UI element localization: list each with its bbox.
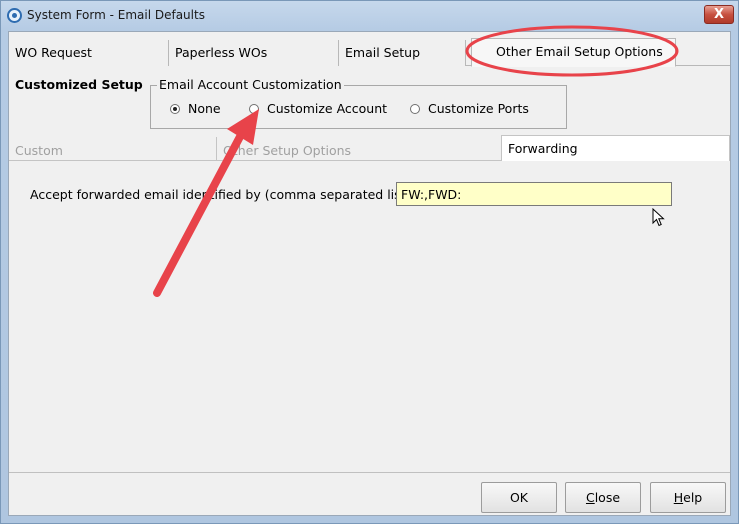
annotation-arrow-head [227, 109, 259, 145]
annotation-arrow-shaft [153, 127, 247, 297]
email-defaults-window: System Form - Email Defaults X WO Reques… [0, 0, 739, 524]
highlight-circle [465, 25, 679, 77]
annotation-overlay [153, 25, 679, 297]
